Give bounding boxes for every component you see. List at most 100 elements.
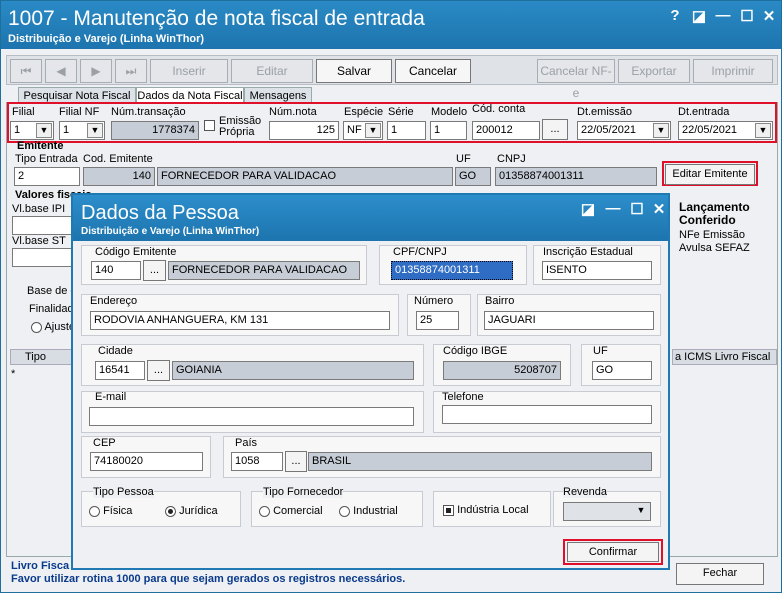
cpf-cnpj-label: CPF/CNPJ [393, 246, 447, 258]
tab-pesquisar[interactable]: Pesquisar Nota Fiscal [18, 87, 136, 103]
filial-label: Filial [12, 106, 35, 118]
dt-emissao-label: Dt.emissão [577, 106, 633, 118]
cod-conta-field[interactable]: 200012 [472, 121, 540, 140]
comercial-label: Comercial [273, 505, 323, 517]
juridica-radio[interactable]: Jurídica [165, 505, 218, 517]
first-record-button[interactable]: ⏮ [10, 59, 42, 83]
nome-emitente-field: FORNECEDOR PARA VALIDACAO [168, 261, 360, 280]
confirm-button[interactable]: Confirmar [567, 542, 659, 562]
serie-field[interactable]: 1 [387, 121, 426, 140]
insert-button[interactable]: Inserir [150, 59, 228, 83]
edit-button[interactable]: Editar [231, 59, 313, 83]
bairro-label: Bairro [485, 295, 515, 307]
emissao-propria-label: Emissão Própria [219, 115, 262, 138]
especie-select[interactable]: NF ▼ [343, 121, 383, 140]
emitente-section-title: Emitente [17, 140, 64, 152]
comercial-radio[interactable]: Comercial [259, 505, 323, 517]
maximize-icon[interactable]: ☐ [627, 200, 647, 218]
ajuste-radio[interactable]: Ajuste [31, 321, 75, 333]
dialog-subtitle: Distribuição e Varejo (Linha WinThor) [81, 226, 260, 237]
finalidade-label: Finalidad [29, 303, 74, 315]
title-bar: 1007 - Manutenção de nota fiscal de entr… [1, 1, 781, 49]
cep-field[interactable]: 74180020 [90, 452, 203, 471]
modelo-field[interactable]: 1 [430, 121, 467, 140]
tab-dados-nota[interactable]: Dados da Nota Fiscal [136, 87, 244, 103]
cod-emitente-field: 140 [83, 167, 155, 186]
pais-lookup-button[interactable]: ... [285, 451, 307, 472]
maximize-icon[interactable]: ☐ [737, 7, 757, 25]
ie-label: Inscrição Estadual [543, 246, 633, 258]
vl-base-st-label: Vl.base ST [12, 235, 66, 247]
dt-entrada-field[interactable]: 22/05/2021 ▼ [678, 121, 773, 140]
numero-field[interactable]: 25 [416, 311, 459, 330]
toolbar: ⏮ ◀ ▶ ⏭ Inserir Editar Salvar Cancelar C… [6, 55, 778, 100]
fisica-label: Física [103, 505, 133, 517]
filial-select[interactable]: 1 ▼ [10, 121, 54, 140]
close-icon[interactable]: ✕ [759, 7, 779, 25]
tipo-entrada-field[interactable]: 2 [14, 167, 80, 186]
codigo-emitente-lookup-button[interactable]: ... [143, 260, 166, 281]
especie-label: Espécie [344, 106, 384, 118]
edit-emitente-button[interactable]: Editar Emitente [665, 164, 755, 185]
export-button[interactable]: Exportar [618, 59, 690, 83]
vl-base-ipi-label: Vl.base IPI [12, 203, 66, 215]
codigo-emitente-field[interactable]: 140 [91, 261, 141, 280]
cancel-button[interactable]: Cancelar [395, 59, 471, 83]
next-record-button[interactable]: ▶ [80, 59, 112, 83]
cidade-label: Cidade [98, 345, 133, 357]
cod-conta-lookup-button[interactable]: ... [542, 119, 568, 140]
serie-label: Série [388, 106, 414, 118]
restore-layout-icon[interactable]: ◪ [578, 200, 598, 218]
new-row-icon: * [11, 368, 16, 380]
prev-record-button[interactable]: ◀ [45, 59, 77, 83]
dados-pessoa-dialog: Dados da Pessoa Distribuição e Varejo (L… [71, 193, 670, 570]
icms-column-label: a ICMS Livro Fiscal [675, 351, 771, 363]
cidade-lookup-button[interactable]: ... [147, 360, 170, 381]
fechar-button[interactable]: Fechar [676, 563, 764, 585]
telefone-field[interactable] [442, 405, 652, 424]
tab-mensagens[interactable]: Mensagens [244, 87, 312, 103]
industrial-radio[interactable]: Industrial [339, 505, 398, 517]
save-button[interactable]: Salvar [316, 59, 392, 83]
cpf-cnpj-field[interactable]: 01358874001311 [391, 261, 513, 280]
revenda-select[interactable]: ▼ [563, 502, 651, 521]
cep-label: CEP [93, 437, 116, 449]
vl-base-ipi-field[interactable] [12, 216, 72, 235]
cnpj-field: 01358874001311 [495, 167, 657, 186]
uf-label: UF [456, 153, 471, 165]
window-title: 1007 - Manutenção de nota fiscal de entr… [8, 7, 425, 30]
ie-field[interactable]: ISENTO [542, 261, 652, 280]
help-icon[interactable]: ? [665, 7, 685, 24]
email-field[interactable] [89, 407, 414, 426]
revenda-label: Revenda [563, 486, 608, 498]
restore-layout-icon[interactable]: ◪ [689, 7, 709, 25]
dialog-uf-field[interactable]: GO [592, 361, 652, 380]
calendar-dropdown-icon: ▼ [755, 123, 771, 138]
cidade-code-field[interactable]: 16541 [95, 361, 145, 380]
fisica-radio[interactable]: Física [89, 505, 132, 517]
industrial-label: Industrial [353, 505, 398, 517]
nfe-emissao-label: NFe Emissão Avulsa SEFAZ [679, 229, 750, 254]
cod-emitente-label: Cod. Emitente [83, 153, 153, 165]
emissao-propria-checkbox[interactable] [204, 119, 215, 131]
industria-local-checkbox[interactable]: Indústria Local [443, 504, 529, 516]
print-button[interactable]: Imprimir [693, 59, 773, 83]
dt-emissao-field[interactable]: 22/05/2021 ▼ [577, 121, 671, 140]
minimize-icon[interactable]: — [603, 200, 623, 217]
num-nota-field[interactable]: 125 [269, 121, 339, 140]
vl-base-st-field[interactable] [12, 248, 72, 267]
dialog-close-icon[interactable]: ✕ [649, 200, 669, 218]
dt-entrada-label: Dt.entrada [678, 106, 730, 118]
pais-code-field[interactable]: 1058 [231, 452, 283, 471]
cancel-nfe-button[interactable]: Cancelar NF-e [537, 59, 615, 100]
filial-nf-select[interactable]: 1 ▼ [59, 121, 105, 140]
minimize-icon[interactable]: — [713, 7, 733, 24]
modelo-label: Modelo [431, 106, 468, 118]
last-record-button[interactable]: ⏭ [115, 59, 147, 83]
endereco-field[interactable]: RODOVIA ANHANGUERA, KM 131 [90, 311, 390, 330]
calendar-dropdown-icon: ▼ [653, 123, 669, 138]
icms-column-header: a ICMS Livro Fiscal [672, 349, 777, 365]
cnpj-label: CNPJ [497, 153, 526, 165]
bairro-field[interactable]: JAGUARI [484, 311, 654, 330]
grid-header: Tipo [10, 349, 76, 365]
